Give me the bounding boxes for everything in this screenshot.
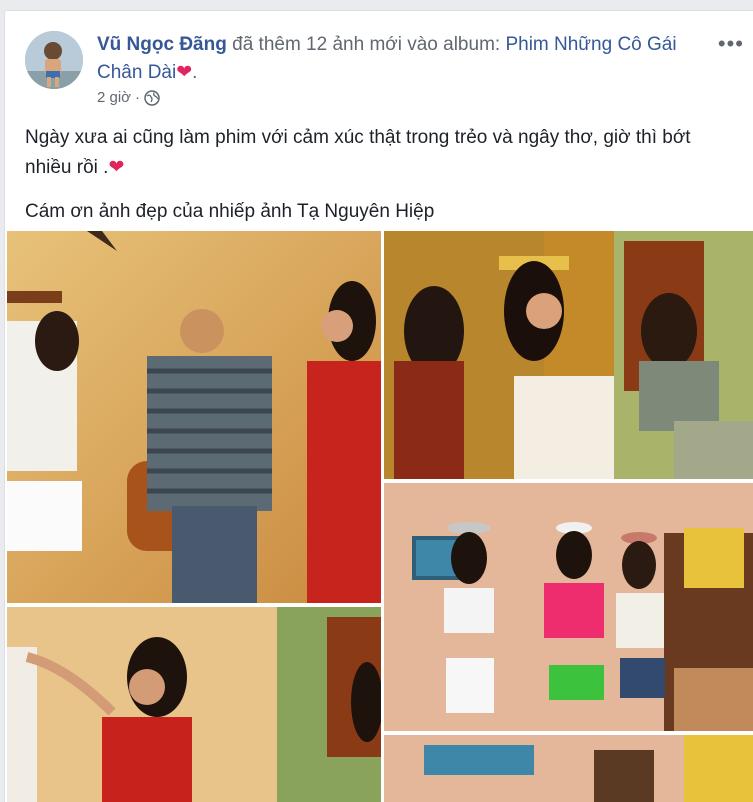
more-options-icon[interactable]: ••• xyxy=(718,31,744,57)
photo-5[interactable] xyxy=(384,735,753,802)
heart-emoji: ❤ xyxy=(108,157,125,178)
post-timestamp-link[interactable]: 2 giờ xyxy=(97,89,131,106)
post-body-line-1-text: Ngày xưa ai cũng làm phim với cảm xúc th… xyxy=(25,127,691,178)
feed-post-card: Vũ Ngọc Đãng đã thêm 12 ảnh mới vào albu… xyxy=(4,10,753,802)
photo-3[interactable] xyxy=(384,483,753,731)
photo-1[interactable] xyxy=(7,231,381,603)
meta-separator: · xyxy=(135,89,141,106)
trailing-period: . xyxy=(192,62,198,83)
post-body-line-1: Ngày xưa ai cũng làm phim với cảm xúc th… xyxy=(25,123,740,183)
globe-icon[interactable] xyxy=(144,89,160,106)
author-avatar[interactable] xyxy=(25,31,83,89)
post-meta: 2 giờ · xyxy=(97,89,160,106)
heart-emoji: ❤ xyxy=(176,62,193,83)
author-name-link[interactable]: Vũ Ngọc Đãng xyxy=(97,34,227,55)
post-body-line-2: Cám ơn ảnh đẹp của nhiếp ảnh Tạ Nguyên H… xyxy=(25,201,435,222)
post-header: Vũ Ngọc Đãng đã thêm 12 ảnh mới vào albu… xyxy=(97,31,697,87)
photo-2[interactable] xyxy=(384,231,753,479)
post-body: Ngày xưa ai cũng làm phim với cảm xúc th… xyxy=(25,123,740,241)
photo-4[interactable] xyxy=(7,607,381,802)
post-action-text: đã thêm 12 ảnh mới vào album: xyxy=(226,34,506,55)
